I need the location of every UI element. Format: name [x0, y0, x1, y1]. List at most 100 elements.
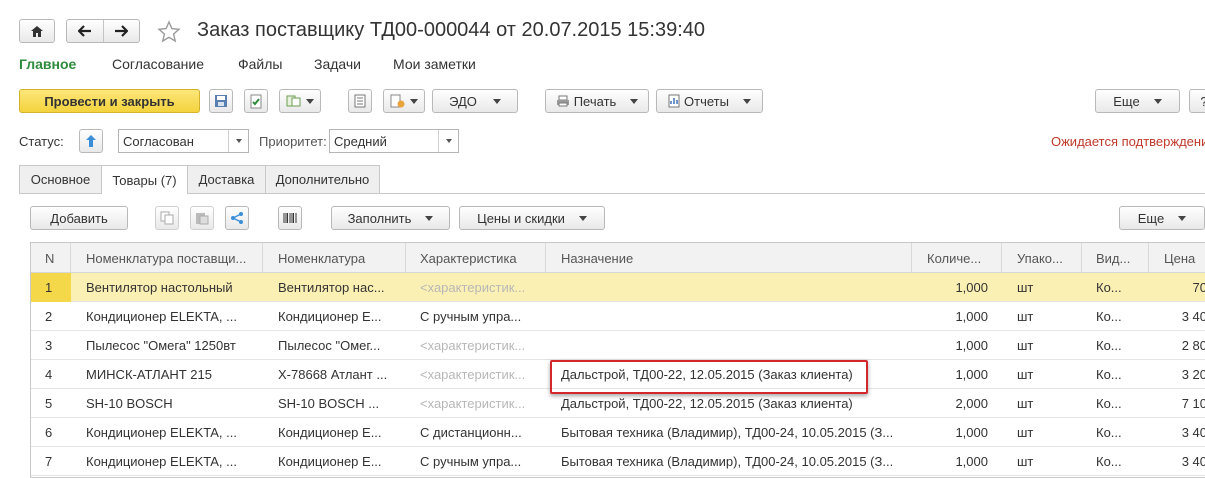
cell-supplier-item: Кондиционер ELEKTA, ... [86, 309, 237, 324]
section-files[interactable]: Файлы [238, 56, 282, 72]
cell-item: X-78668 Атлант ... [278, 367, 388, 382]
status-label: Статус: [19, 134, 64, 149]
create-based-on-button[interactable] [279, 89, 321, 113]
cell-price: 7 10 [1181, 396, 1205, 411]
attachments-button[interactable] [383, 89, 425, 113]
col-package[interactable]: Упако... [1002, 243, 1082, 273]
cell-pack: шт [1017, 338, 1034, 353]
tab-main[interactable]: Основное [19, 165, 102, 193]
cell-characteristic: <характеристик... [420, 396, 526, 411]
forward-button[interactable] [104, 20, 140, 42]
star-icon[interactable] [157, 20, 181, 44]
cell-n: 7 [45, 454, 53, 469]
cell-kind: Ко... [1096, 367, 1122, 382]
arrow-left-icon [77, 25, 91, 37]
copy-button[interactable] [155, 206, 179, 230]
more-button[interactable]: Еще [1095, 89, 1180, 113]
share-button[interactable] [225, 206, 249, 230]
cell-purpose [546, 331, 912, 360]
cell-qty: 1,000 [955, 280, 988, 295]
col-purpose[interactable]: Назначение [546, 243, 912, 273]
copy-icon [160, 211, 174, 225]
cell-price: 2 80 [1181, 338, 1205, 353]
cell-supplier-item: МИНСК-АТЛАНТ 215 [86, 367, 212, 382]
cell-n: 1 [31, 273, 71, 302]
status-dropdown[interactable] [228, 130, 248, 152]
list-icon [354, 94, 366, 108]
col-characteristic[interactable]: Характеристика [406, 243, 546, 273]
chevron-down-icon [235, 139, 242, 143]
cell-kind: Ко... [1096, 396, 1122, 411]
table-row[interactable]: 6 Кондиционер ELEKTA, ... Кондиционер E...… [31, 418, 1205, 447]
tab-goods[interactable]: Товары (7) [101, 165, 188, 194]
cell-qty: 1,000 [955, 338, 988, 353]
post-button[interactable] [244, 89, 268, 113]
table-more-label: Еще [1137, 210, 1165, 226]
cell-kind: Ко... [1096, 338, 1122, 353]
add-button[interactable]: Добавить [30, 206, 128, 230]
section-notes[interactable]: Мои заметки [393, 56, 476, 72]
reports-button[interactable]: Отчеты [656, 89, 763, 113]
section-approval[interactable]: Согласование [112, 56, 204, 72]
structure-button[interactable] [348, 89, 372, 113]
priority-select[interactable]: Средний [329, 129, 459, 153]
cell-pack: шт [1017, 367, 1034, 382]
status-select[interactable]: Согласован [118, 129, 249, 153]
cell-kind: Ко... [1096, 280, 1122, 295]
cell-price: 70 [1192, 280, 1205, 295]
confirmation-warning: Ожидается подтверждени [1051, 134, 1205, 149]
report-icon [668, 94, 680, 108]
home-icon [31, 25, 43, 37]
cell-characteristic: <характеристик... [420, 338, 526, 353]
table-row[interactable]: 2 Кондиционер ELEKTA, ... Кондиционер E...… [31, 302, 1205, 331]
cell-price: 3 40 [1181, 454, 1205, 469]
table-row[interactable]: 7 Кондиционер ELEKTA, ... Кондиционер E...… [31, 447, 1205, 476]
priority-dropdown[interactable] [438, 130, 458, 152]
prices-label: Цены и скидки [477, 210, 565, 226]
table-row[interactable]: 1 Вентилятор настольный Вентилятор нас... <… [31, 273, 1205, 302]
edo-button[interactable]: ЭДО [432, 89, 518, 113]
tab-additional[interactable]: Дополнительно [265, 165, 380, 193]
col-kind[interactable]: Вид... [1082, 243, 1149, 273]
arrow-right-icon [115, 25, 129, 37]
tab-delivery[interactable]: Доставка [187, 165, 266, 193]
table-row[interactable]: 3 Пылесос "Омега" 1250вт Пылесос "Омег... <… [31, 331, 1205, 360]
status-change-button[interactable] [79, 129, 103, 153]
col-n[interactable]: N [31, 243, 71, 273]
cell-characteristic: <характеристик... [420, 280, 526, 295]
cell-kind: Ко... [1096, 309, 1122, 324]
section-tasks[interactable]: Задачи [314, 56, 361, 72]
cell-characteristic: С ручным упра... [420, 309, 522, 324]
table-more-button[interactable]: Еще [1119, 206, 1205, 230]
back-button[interactable] [67, 20, 104, 42]
section-main[interactable]: Главное [19, 56, 76, 72]
more-label: Еще [1113, 93, 1140, 109]
cell-purpose: Бытовая техника (Владимир), ТД00-24, 10.… [561, 425, 894, 440]
save-button[interactable] [209, 89, 233, 113]
col-item[interactable]: Номенклатура [263, 243, 406, 273]
post-document-icon [250, 94, 262, 108]
fill-button[interactable]: Заполнить [331, 206, 450, 230]
cell-item: Кондиционер E... [278, 454, 382, 469]
prices-discounts-button[interactable]: Цены и скидки [459, 206, 605, 230]
cell-kind: Ко... [1096, 454, 1122, 469]
col-price[interactable]: Цена [1149, 243, 1205, 273]
cell-characteristic: С дистанционн... [420, 425, 522, 440]
priority-value: Средний [334, 133, 387, 149]
help-button[interactable]: ? [1189, 89, 1205, 113]
table-header: N Номенклатура поставщи... Номенклатура … [31, 243, 1205, 273]
col-quantity[interactable]: Количе... [912, 243, 1002, 273]
cell-qty: 1,000 [955, 309, 988, 324]
cell-item: SH-10 BOSCH ... [278, 396, 380, 411]
cell-n: 6 [45, 425, 53, 440]
history-nav [66, 19, 140, 43]
col-supplier-item[interactable]: Номенклатура поставщи... [71, 243, 263, 273]
print-button[interactable]: Печать [545, 89, 649, 113]
post-and-close-button[interactable]: Провести и закрыть [19, 89, 200, 113]
paste-button[interactable] [190, 206, 214, 230]
barcode-button[interactable] [278, 206, 302, 230]
cell-n: 3 [45, 338, 53, 353]
cell-qty: 2,000 [955, 396, 988, 411]
printer-icon [556, 95, 569, 107]
home-button[interactable] [19, 19, 55, 43]
